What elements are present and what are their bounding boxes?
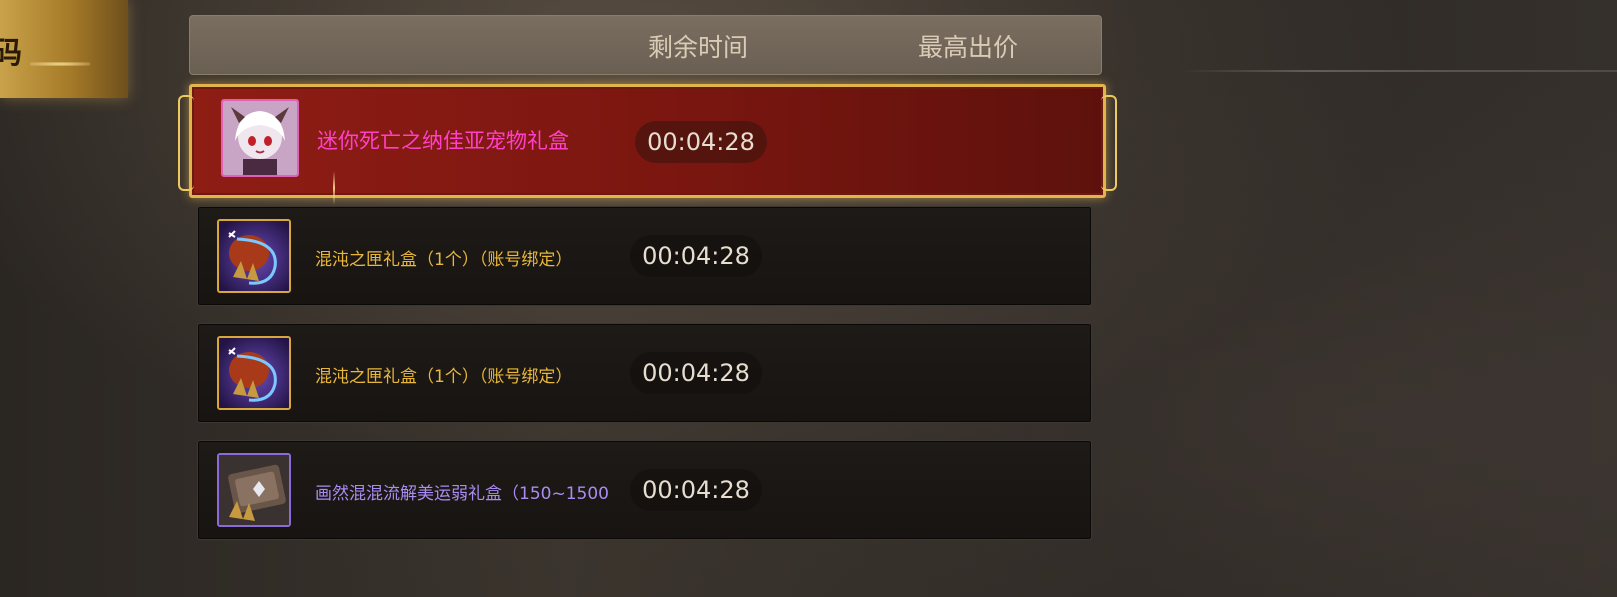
frame-ornament-left (178, 95, 194, 191)
time-left-value: 00:04:28 (647, 128, 755, 156)
auction-row[interactable]: 画然混混流解美运弱礼盒（150~1500 00:04:28 (197, 440, 1092, 540)
divider-line (1180, 70, 1617, 72)
category-tab[interactable]: 码 (0, 0, 128, 98)
tab-glow (30, 62, 90, 66)
auction-row[interactable]: 混沌之匣礼盒（1个）（账号绑定） 00:04:28 (197, 323, 1092, 423)
sparkle-effect (333, 171, 335, 205)
time-left-badge: 00:04:28 (630, 235, 762, 277)
header-highest-bid[interactable]: 最高出价 (918, 28, 1018, 64)
time-left-badge: 00:04:28 (630, 469, 762, 511)
item-name: 混沌之匣礼盒（1个）（账号绑定） (315, 250, 573, 270)
time-left-value: 00:04:28 (642, 359, 750, 387)
mini-pet-chibi-icon[interactable] (221, 99, 299, 177)
time-left-value: 00:04:28 (642, 242, 750, 270)
auction-row[interactable]: 混沌之匣礼盒（1个）（账号绑定） 00:04:28 (197, 206, 1092, 306)
item-name: 迷你死亡之纳佳亚宠物礼盒 (317, 129, 569, 153)
item-name: 画然混混流解美运弱礼盒（150~1500 (315, 484, 609, 504)
auction-row[interactable]: 迷你死亡之纳佳亚宠物礼盒 00:04:28 (178, 84, 1117, 198)
chaos-box-icon[interactable] (217, 219, 291, 293)
header-time-left[interactable]: 剩余时间 (648, 28, 748, 64)
auction-list-header: 剩余时间 最高出价 (189, 15, 1102, 75)
time-left-value: 00:04:28 (642, 476, 750, 504)
frame-ornament-right (1101, 95, 1117, 191)
time-left-badge: 00:04:28 (635, 121, 767, 163)
gift-card-icon[interactable] (217, 453, 291, 527)
time-left-badge: 00:04:28 (630, 352, 762, 394)
category-tab-label: 码 (0, 36, 22, 71)
item-name: 混沌之匣礼盒（1个）（账号绑定） (315, 367, 573, 387)
chaos-box-icon[interactable] (217, 336, 291, 410)
